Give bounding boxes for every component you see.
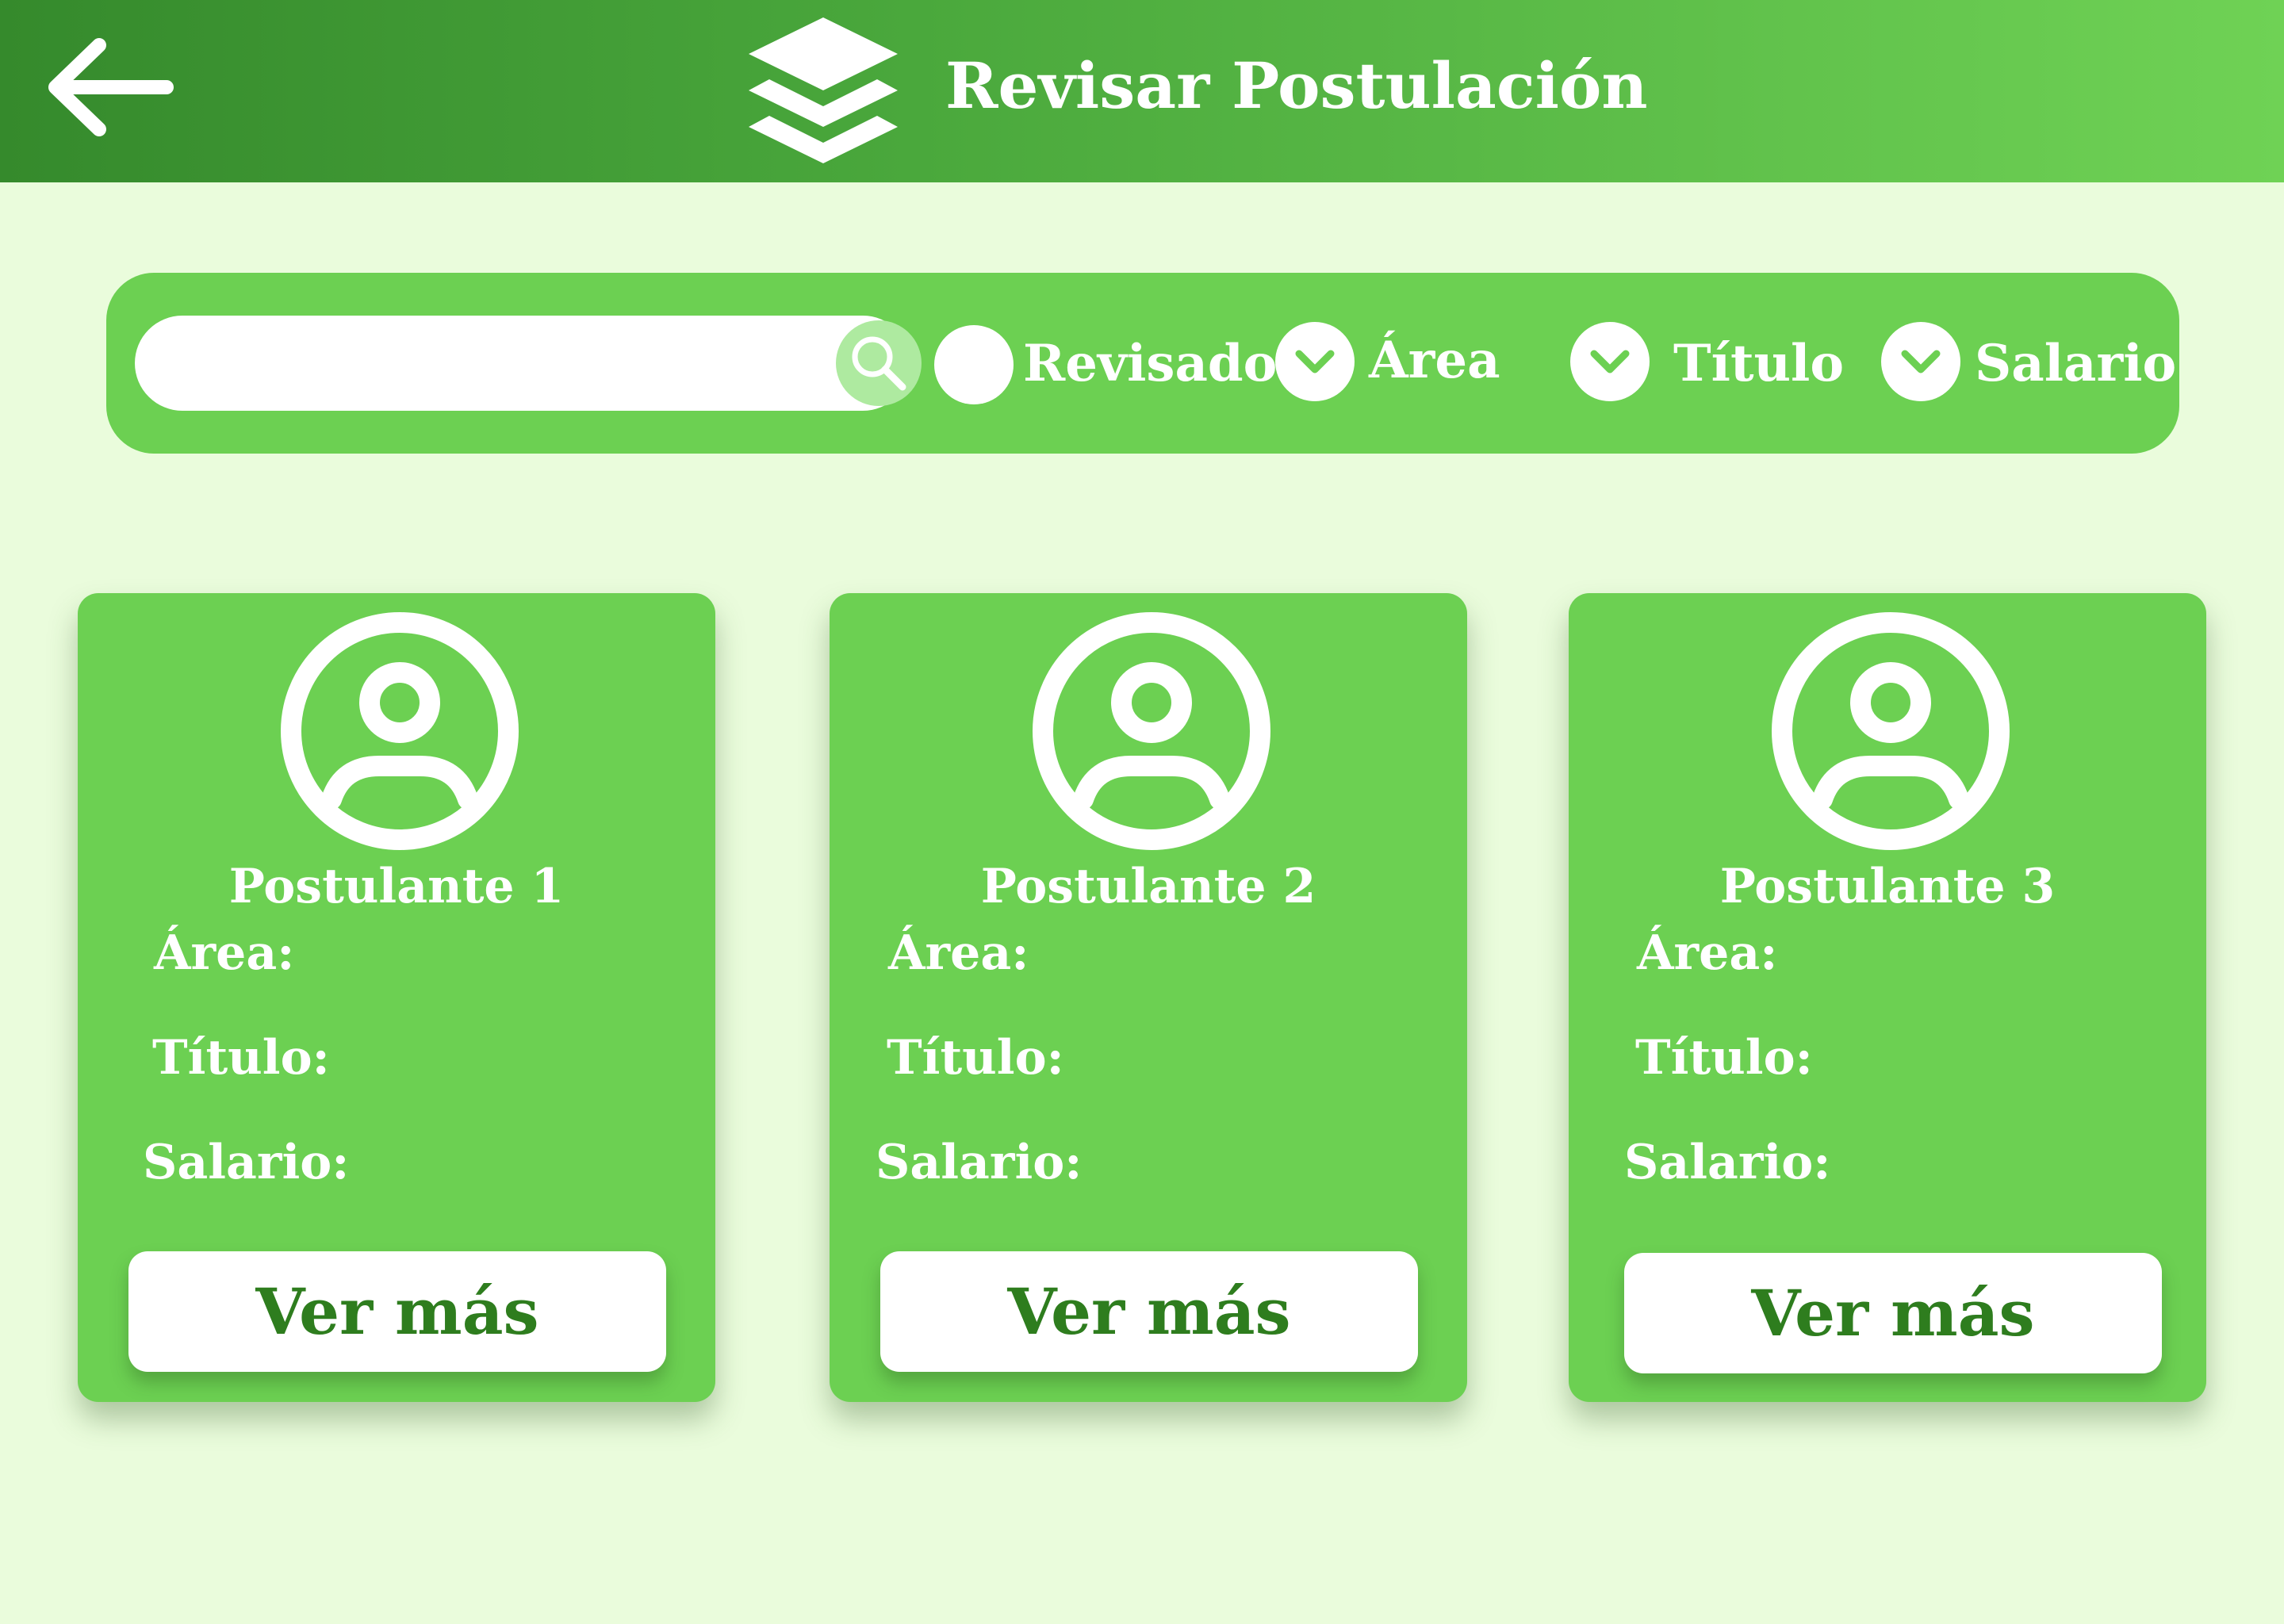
applicant-card: Postulante 1 Área: Título: Salario: Ver … (78, 593, 715, 1402)
area-field-label: Área: (888, 925, 1029, 981)
salario-filter-dropdown[interactable]: Salario (1881, 320, 2176, 408)
applicant-card: Postulante 2 Área: Título: Salario: Ver … (830, 593, 1467, 1402)
arrow-left-icon (48, 38, 174, 136)
area-field-label: Área: (154, 925, 295, 981)
salario-field-label: Salario: (143, 1135, 350, 1190)
applicant-name: Postulante 3 (1719, 859, 2056, 914)
salario-chevron-button[interactable] (1881, 322, 1960, 401)
search-box (135, 316, 922, 411)
revisado-checkbox[interactable] (934, 325, 1014, 404)
titulo-chevron-button[interactable] (1570, 322, 1650, 401)
titulo-field-label: Título: (152, 1030, 330, 1086)
chevron-down-icon (1901, 350, 1941, 373)
salario-filter-label: Salario (1975, 334, 2177, 393)
user-avatar-icon (1772, 612, 2010, 850)
applicant-name: Postulante 1 (228, 859, 565, 914)
titulo-filter-label: Título (1673, 334, 1845, 393)
search-icon (852, 336, 906, 391)
salario-field-label: Salario: (876, 1135, 1083, 1190)
user-avatar-icon (281, 612, 519, 850)
area-filter-dropdown[interactable]: Área (1275, 320, 1529, 408)
titulo-field-label: Título: (1635, 1030, 1813, 1086)
applicant-card: Postulante 3 Área: Título: Salario: Ver … (1569, 593, 2206, 1402)
titulo-field-label: Título: (887, 1030, 1064, 1086)
app-header: Revisar Postulación (0, 0, 2284, 182)
page-title: Revisar Postulación (945, 48, 1648, 123)
ver-mas-button[interactable]: Ver más (1624, 1253, 2162, 1373)
titulo-filter-dropdown[interactable]: Título (1570, 320, 1844, 408)
search-button[interactable] (836, 320, 922, 406)
filter-bar: Revisado Área Título Salario (106, 273, 2179, 454)
layers-icon (749, 17, 898, 163)
ver-mas-button[interactable]: Ver más (128, 1251, 666, 1372)
search-input[interactable] (167, 331, 836, 396)
chevron-down-icon (1590, 350, 1630, 373)
revisado-label: Revisado (1023, 334, 1278, 393)
area-filter-label: Área (1369, 331, 1500, 390)
chevron-down-icon (1295, 350, 1335, 373)
user-avatar-icon (1033, 612, 1270, 850)
applicant-name: Postulante 2 (980, 859, 1316, 914)
area-field-label: Área: (1637, 925, 1778, 981)
area-chevron-button[interactable] (1275, 322, 1355, 401)
ver-mas-button[interactable]: Ver más (880, 1251, 1418, 1372)
back-button[interactable] (40, 36, 182, 139)
salario-field-label: Salario: (1624, 1135, 1831, 1190)
